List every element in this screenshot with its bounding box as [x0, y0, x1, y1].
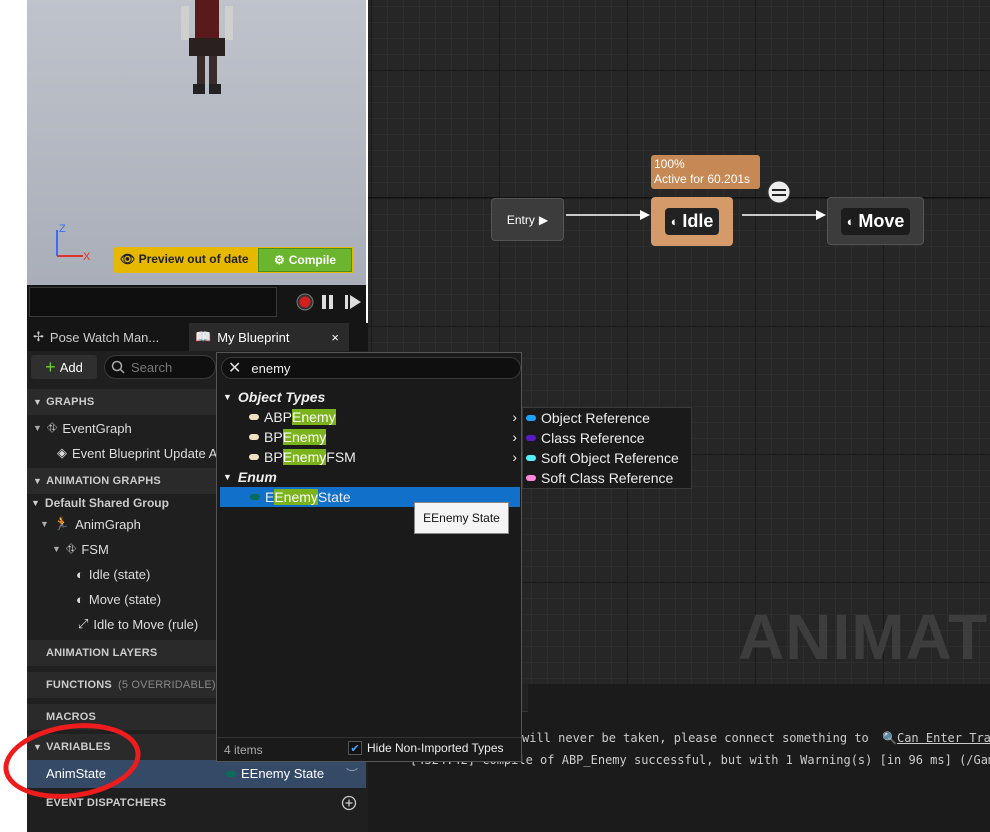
type-item-abp-enemy[interactable]: ABP Enemy › [249, 407, 517, 427]
checkbox-checked-icon[interactable]: ✔ [348, 741, 362, 755]
type-tooltip: EEnemy State [414, 502, 509, 534]
gear-icon: ⚙ [273, 253, 285, 267]
running-icon: 🏃 [53, 516, 71, 531]
eye-closed-icon[interactable]: ︶ [346, 765, 358, 782]
state-icon: ◐ [76, 566, 84, 582]
tree-move-state[interactable]: ◐ Move (state) [76, 587, 161, 611]
state-icon: ◐ [76, 591, 84, 607]
rule-icon: ⤢ [78, 616, 89, 631]
graph-icon: ⛗ [46, 420, 58, 435]
timeline-field[interactable] [29, 287, 277, 317]
search-icon: 🔍 [882, 731, 897, 745]
search-icon [111, 360, 125, 374]
type-item-bp-enemy-fsm[interactable]: BP Enemy FSM › [249, 447, 517, 467]
compile-button[interactable]: ⚙ Compile [258, 248, 352, 272]
step-icon[interactable] [345, 295, 361, 309]
log-line-1: will never be taken, please connect some… [522, 731, 990, 745]
add-dispatcher-icon[interactable] [341, 795, 357, 811]
state-icon: ◐ [670, 214, 679, 229]
type-search-input[interactable]: ✕ enemy [221, 357, 521, 379]
tree-idle-state[interactable]: ◐ Idle (state) [76, 562, 150, 586]
tree-eventgraph[interactable]: ▼ ⛗ EventGraph [33, 416, 132, 440]
type-item-bp-enemy[interactable]: BP Enemy › [249, 427, 517, 447]
entry-transition-arrow [566, 210, 650, 220]
axis-gizmo-icon: Z X [56, 223, 91, 263]
eye-icon: 👁 [120, 252, 139, 266]
section-functions[interactable]: FUNCTIONS (5 OVERRIDABLE) [27, 672, 216, 698]
reference-type-submenu: Object Reference Class Reference Soft Ob… [522, 407, 692, 489]
idle-state-node[interactable]: ◐ Idle [651, 197, 733, 246]
section-animation-layers[interactable]: ANIMATION LAYERS [27, 640, 216, 666]
state-icon: ◐ [846, 213, 855, 229]
hide-non-imported-toggle[interactable]: ✔ Hide Non-Imported Types [348, 741, 504, 755]
type-picker-popup: ✕ enemy ▼ Object Types ABP Enemy › BP Enem… [216, 352, 522, 762]
move-state-node[interactable]: ◐ Move [827, 197, 924, 245]
item-count: 4 items [224, 743, 263, 757]
playback-controls [296, 293, 361, 311]
category-object-types[interactable]: ▼ Object Types [223, 387, 325, 407]
pause-icon[interactable] [322, 295, 333, 309]
pose-watch-icon: ✢ [33, 329, 44, 344]
preview-viewport[interactable]: Z X [27, 0, 366, 285]
search-input[interactable]: Search [104, 355, 216, 379]
svg-text:Z: Z [59, 223, 66, 235]
book-icon: 📖 [195, 329, 212, 344]
preview-status-text: 👁 Preview out of date [120, 252, 249, 266]
close-icon[interactable]: × [331, 330, 339, 345]
variable-type[interactable]: EEnemy State [226, 766, 324, 781]
tab-pose-watch[interactable]: ✢ Pose Watch Man... [27, 323, 189, 351]
submenu-soft-object-reference[interactable]: Soft Object Reference [526, 448, 679, 468]
chevron-right-icon: › [512, 449, 517, 465]
active-state-badge: 100% Active for 60.201s [651, 155, 760, 189]
plus-icon: + [45, 357, 56, 377]
chevron-right-icon: › [512, 429, 517, 445]
log-link[interactable]: Can Enter Trans [897, 731, 990, 745]
entry-node[interactable]: Entry ▶ [491, 198, 564, 241]
exec-pin-icon: ▶ [538, 212, 549, 227]
idle-move-transition-arrow [742, 210, 826, 220]
state-machine-icon: ⛗ [65, 541, 77, 556]
character-preview [181, 0, 233, 94]
submenu-class-reference[interactable]: Class Reference [526, 428, 645, 448]
tree-animgraph[interactable]: ▼ 🏃 AnimGraph [40, 512, 141, 536]
svg-text:X: X [83, 251, 91, 263]
transition-rule-icon[interactable] [767, 180, 791, 204]
chevron-right-icon: › [512, 409, 517, 425]
search-placeholder: Search [131, 359, 173, 375]
graph-watermark: ANIMATIO [738, 601, 990, 673]
tree-event-update[interactable]: ◈ Event Blueprint Update A [57, 441, 217, 465]
event-icon: ◈ [57, 445, 67, 460]
tab-my-blueprint[interactable]: 📖 My Blueprint × [189, 323, 349, 351]
add-button[interactable]: + Add [31, 355, 97, 379]
section-graphs[interactable]: ▼ GRAPHS [27, 389, 216, 415]
category-enum[interactable]: ▼ Enum [223, 467, 277, 487]
tree-transition-rule[interactable]: ⤢ Idle to Move (rule) [78, 612, 198, 636]
submenu-object-reference[interactable]: Object Reference [526, 408, 650, 428]
submenu-soft-class-reference[interactable]: Soft Class Reference [526, 468, 673, 488]
clear-icon[interactable]: ✕ [228, 358, 241, 378]
tree-fsm[interactable]: ▼ ⛗ FSM [52, 537, 109, 561]
